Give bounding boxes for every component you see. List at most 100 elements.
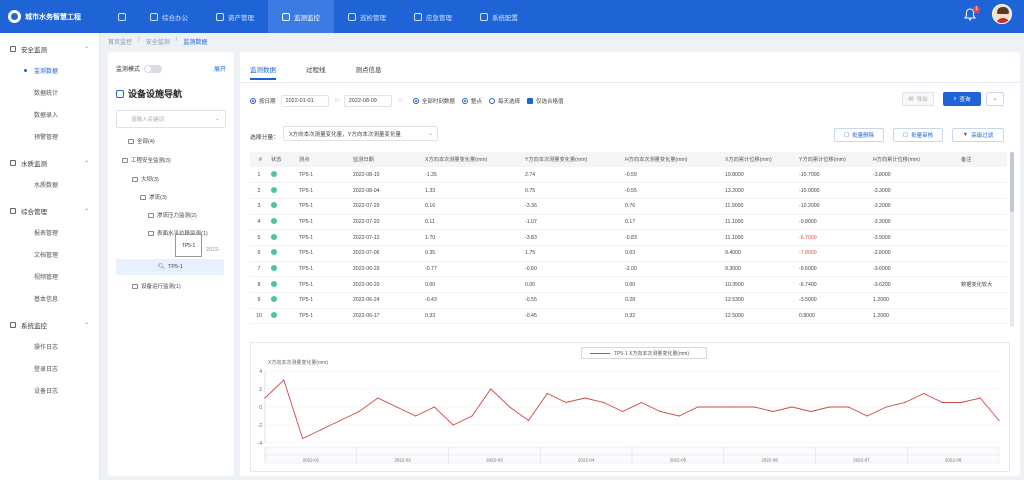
tab-monitor-data[interactable]: 监测数据	[250, 64, 276, 80]
filter-row: 按日期 2022-01-01 ▭ 2022-08-09 ▭ 全部时刻数据 整点 …	[250, 95, 563, 107]
mode-switch[interactable]	[144, 64, 163, 73]
table-cell: 1.2000	[870, 308, 958, 325]
nav-home-icon[interactable]	[108, 0, 136, 33]
chevron-down-icon: ⌄	[215, 116, 220, 122]
sidebar-group[interactable]: 安全监测 ⌃	[0, 39, 99, 59]
export-button[interactable]: ▤ 导出	[902, 92, 934, 106]
table-cell: -10.2000	[796, 198, 870, 215]
notification-bell-icon[interactable]: 1	[964, 5, 980, 21]
advanced-filter-button[interactable]: ▼ 高级过滤	[952, 128, 1004, 142]
radio-label: 全部时刻数据	[421, 99, 455, 105]
table-cell: -3.2000	[870, 198, 958, 215]
table-cell: 2022-06-24	[350, 292, 422, 309]
tab-point-info[interactable]: 测点信息	[356, 64, 382, 80]
sidebar-item[interactable]: 视频管理	[0, 265, 99, 287]
table-header-cell: Y方向本次测量变化量(mm)	[522, 152, 622, 167]
tree-node[interactable]: 渗流(3)	[140, 193, 167, 201]
sidebar-group[interactable]: 水质监测 ⌃	[0, 153, 99, 173]
table-row[interactable]: 4 TP5-1 2022-07-20 0.11 -1.07 0.17 11.1000 -9.8…	[250, 214, 1007, 231]
tree-node[interactable]: 工程安全监测(3)	[122, 156, 171, 164]
tab-process-line[interactable]: 过程线	[306, 64, 326, 80]
data-point	[471, 415, 473, 417]
sidebar-item[interactable]: 基本信息	[0, 287, 99, 309]
radio-daily[interactable]	[488, 98, 495, 104]
data-point	[960, 401, 962, 404]
x-month-label: 2022-01	[303, 458, 320, 463]
tree-node[interactable]: 设备运行监测(1)	[132, 282, 181, 290]
table-row[interactable]: 3 TP5-1 2022-07-29 0.16 -3.36 0.76 11.9000 -10.…	[250, 198, 1007, 215]
data-point	[941, 401, 944, 404]
tree-search-select[interactable]: 请输入关键词 ⌄	[116, 110, 226, 128]
qualified-checkbox[interactable]	[526, 98, 533, 104]
end-date-value: 2022-08-09	[348, 98, 377, 104]
nav-item-inspection[interactable]: 巡检管理	[334, 0, 400, 33]
nav-item-monitoring[interactable]: 监测监控	[268, 0, 334, 33]
sidebar-item[interactable]: 文档管理	[0, 243, 99, 265]
sidebar-item[interactable]: 设备日志	[0, 379, 99, 401]
sidebar-item[interactable]: 操作日志	[0, 335, 99, 357]
table-row[interactable]: 5 TP5-1 2022-07-12 1.70 -3.83 -0.83 11.1000 -6.…	[250, 229, 1007, 246]
sidebar-item[interactable]: 监测数据	[0, 59, 99, 81]
data-point	[829, 406, 831, 408]
batch-delete-button[interactable]: ▢ 批量删除	[834, 128, 884, 142]
table-cell: 12.5000	[722, 308, 796, 325]
radio-by-date[interactable]	[250, 98, 256, 104]
table-row[interactable]: 10 TP5-1 2022-06-17 0.33 -0.45 0.32 12.5000 0.8…	[250, 308, 1007, 325]
expand-link[interactable]: 展开	[214, 64, 226, 73]
table-header-row: # 状态 测点 监测日期 X方向本次测量变化量(mm) Y方向本次测量变化量(mm) H方向…	[250, 152, 1007, 167]
sidebar-item[interactable]: 登录日志	[0, 357, 99, 379]
table-row[interactable]: 1 TP5-1 2022-08-10 -1.35 2.74 -0.59 10.8000 -10…	[250, 167, 1007, 184]
table-row[interactable]: 7 TP5-1 2022-06-29 -0.77 -0.60 -2.00 9.3000 -9.…	[250, 261, 1007, 278]
table-row[interactable]: 9 TP5-1 2022-06-24 -0.43 -0.55 0.28 12.5300 -3.…	[250, 292, 1007, 309]
sidebar-item[interactable]: 数据录入	[0, 103, 99, 125]
nav-item-assets[interactable]: 资产管理	[202, 0, 268, 33]
emergency-icon	[414, 12, 422, 21]
tree-node[interactable]: 渗流压力监测(2)	[148, 211, 197, 219]
batch-audit-button[interactable]: ▢ 批量审核	[893, 128, 943, 142]
table-cell: -9.6000	[796, 261, 870, 278]
nav-item-system[interactable]: 系统配置	[466, 0, 532, 33]
more-dropdown-button[interactable]: ⌄	[986, 92, 1004, 106]
sidebar-item[interactable]: 预警管理	[0, 125, 99, 147]
table-row[interactable]: 6 TP5-1 2022-07-06 0.35 1.75 0.03 9.4000 -7.800…	[250, 245, 1007, 262]
table-cell: 12.5300	[722, 292, 796, 309]
query-button[interactable]: ⌕ 查询	[943, 92, 981, 106]
table-row[interactable]: 8 TP5-1 2022-06-20 0.00 0.00 0.00 10.3500 -6.74…	[250, 276, 1007, 293]
data-point	[659, 410, 661, 413]
sidebar-item[interactable]: 数据统计	[0, 81, 99, 103]
breadcrumb-item[interactable]: 首页监控	[108, 37, 132, 47]
table-cell: -10.0000	[796, 182, 870, 199]
tree-overflow-text: 2022-	[206, 247, 221, 253]
radio-hourly[interactable]	[461, 98, 468, 104]
breadcrumb-item[interactable]: 安全监测	[146, 37, 170, 47]
data-point	[979, 397, 981, 399]
user-avatar[interactable]	[992, 4, 1012, 24]
end-date-input[interactable]: 2022-08-09	[343, 95, 392, 107]
start-date-input[interactable]: 2022-01-01	[280, 95, 329, 107]
chevron-up-icon: ⌃	[83, 46, 89, 53]
table-row[interactable]: 2 TP5-1 2022-08-04 1.33 0.75 -0.55 13.2000 -10.…	[250, 182, 1007, 199]
table-cell: 2022-07-06	[350, 245, 422, 262]
sidebar-item[interactable]: 水质数据	[0, 173, 99, 195]
sidebar-item[interactable]: 报表管理	[0, 221, 99, 243]
radio-all-data[interactable]	[412, 98, 419, 104]
tree-node[interactable]: 全部(4)	[128, 137, 155, 145]
tree-node-overflow: 2022-	[206, 247, 220, 253]
sidebar-group[interactable]: 综合管理 ⌃	[0, 201, 99, 221]
tree-node-tp5-1[interactable]: 🔍︎ TP5-1	[158, 264, 183, 270]
nav-item-office[interactable]: 综合办公	[136, 0, 202, 33]
table-cell: -0.77	[422, 261, 522, 278]
component-select[interactable]: X方向本次测量变化量，Y方向本次测量变化量 ⌄	[283, 126, 438, 141]
process-line-chart: TP5-1 X方向本次测量变化量(mm) X方向本次测量变化量(mm) 4 2 0 -…	[250, 342, 1010, 472]
table-scrollbar[interactable]	[1010, 152, 1014, 327]
table-cell: TP5-1	[296, 182, 350, 199]
table-cell: 9.4000	[722, 245, 796, 262]
nav-item-emergency[interactable]: 应急管理	[400, 0, 466, 33]
app-logo[interactable]: 城市水务智慧工程	[0, 10, 108, 23]
tree-node[interactable]: 大坝(3)	[132, 175, 159, 183]
sidebar-group[interactable]: 系统监控 ⌃	[0, 315, 99, 335]
table-cell: -3.3000	[870, 182, 958, 199]
data-point	[772, 410, 774, 413]
chevron-down-icon: ⌄	[992, 96, 998, 102]
chart-legend[interactable]: TP5-1 X方向本次测量变化量(mm)	[581, 347, 707, 359]
